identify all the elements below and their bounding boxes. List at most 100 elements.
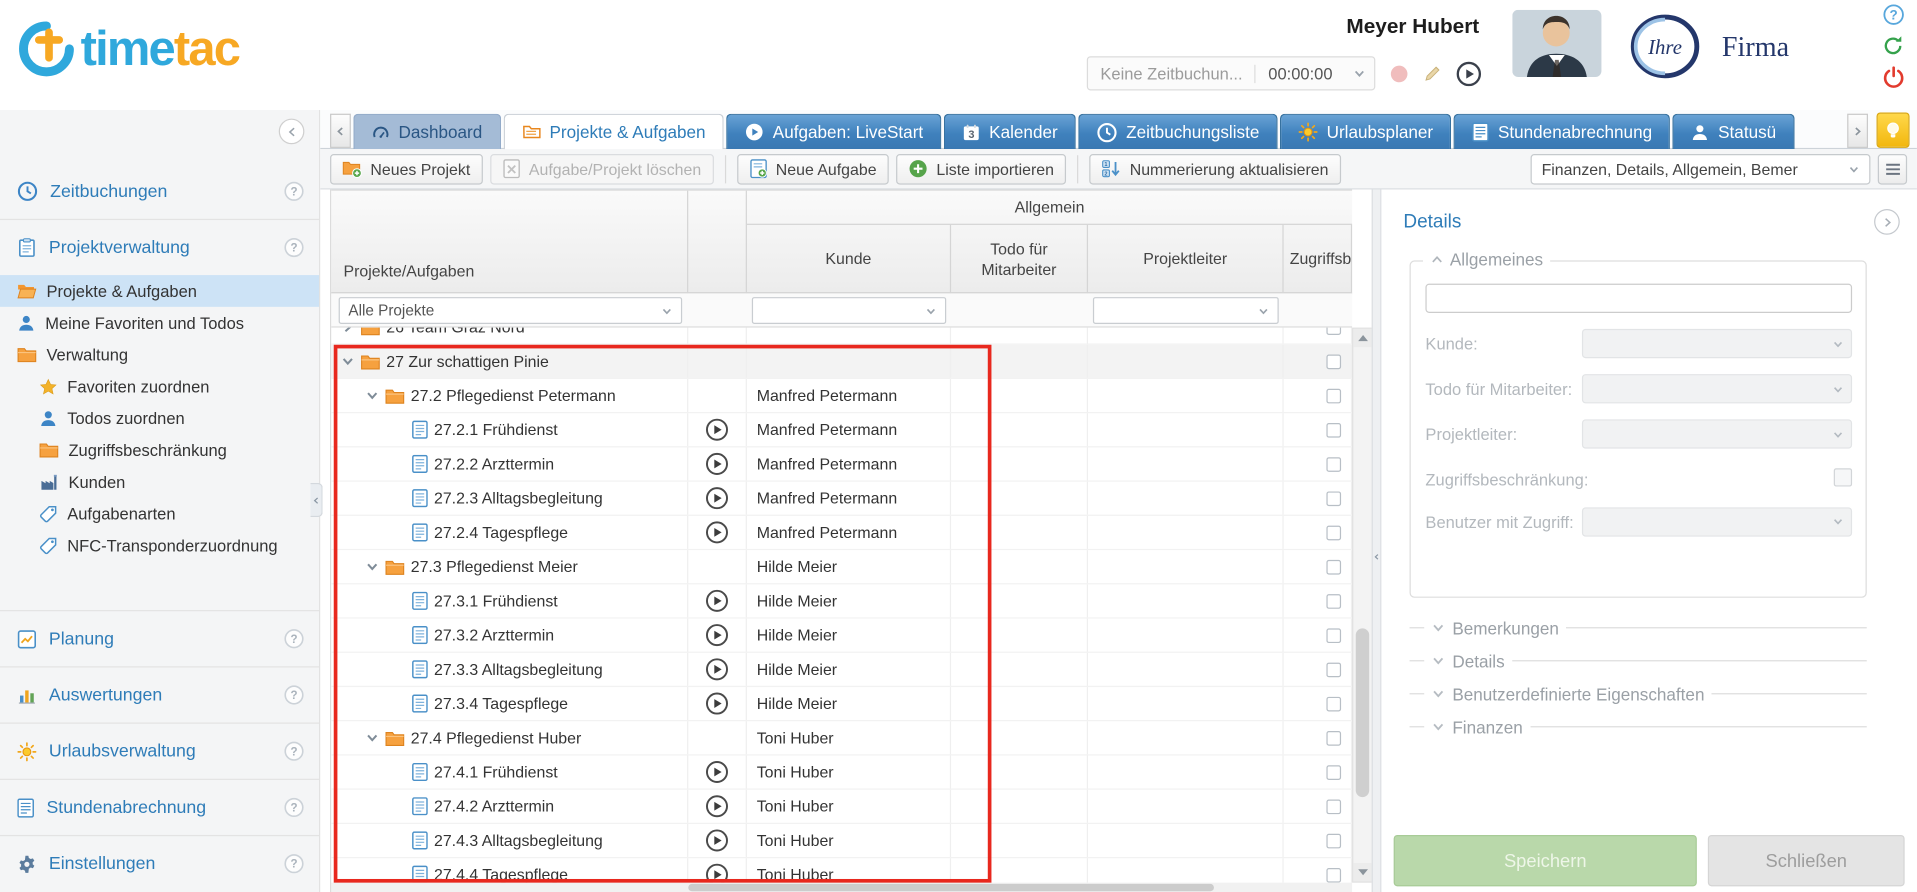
help-icon[interactable]: ? [284,853,305,874]
tips-lightbulb-button[interactable] [1877,112,1910,147]
zugriffsbeschraenkung-checkbox[interactable] [1834,468,1852,486]
column-view-select[interactable]: Finanzen, Details, Allgemein, Bemer [1531,153,1871,184]
table-row[interactable]: 27.4.2 ArztterminToni Huber [331,790,1352,824]
sidebar-group-zeitbuchungen[interactable]: Zeitbuchungen? [0,164,319,219]
help-icon[interactable]: ? [284,797,305,818]
details-collapse-button[interactable] [1874,209,1900,235]
toolbar-button-neues-projekt[interactable]: Neues Projekt [330,153,482,184]
column-header-todo[interactable]: Todo für Mitarbeiter [951,225,1088,295]
help-icon[interactable]: ? [284,628,305,649]
zugriff-checkbox[interactable] [1326,525,1341,540]
project-name-input[interactable] [1425,284,1852,313]
zugriff-checkbox[interactable] [1326,422,1341,437]
sidebar-item-verwaltung[interactable]: Verwaltung [0,339,319,371]
table-row[interactable]: 27.4.4 TagespflegeToni Huber [331,858,1352,882]
tab-projekte-aufgaben[interactable]: Projekte & Aufgaben [503,114,724,149]
logout-power-button[interactable] [1882,66,1904,88]
record-icon[interactable] [1389,63,1410,84]
sidebar-item-meine-favoriten-und-todos[interactable]: Meine Favoriten und Todos [0,307,319,339]
sidebar-collapse-button[interactable] [279,119,305,145]
table-row[interactable]: 27.2.3 AlltagsbegleitungManfred Peterman… [331,482,1352,516]
sidebar-splitter-handle[interactable] [311,483,323,517]
chevron-down-icon[interactable] [366,731,379,744]
zugriff-checkbox[interactable] [1326,559,1341,574]
sidebar-item-todos-zuordnen[interactable]: Todos zuordnen [0,402,319,434]
table-row[interactable]: 27.3.4 TagespflegeHilde Meier [331,687,1352,721]
column-header-kunde[interactable]: Kunde [747,225,951,295]
zugriff-checkbox[interactable] [1326,662,1341,677]
vertical-scrollbar[interactable] [1352,328,1373,883]
close-button[interactable]: Schließen [1708,835,1905,886]
user-avatar[interactable] [1512,10,1601,77]
tab-dashboard[interactable]: Dashboard [353,114,500,149]
chevron-down-icon[interactable] [341,355,354,368]
toolbar-button-aufgabe-projekt-l-schen[interactable]: Aufgabe/Projekt löschen [490,153,714,184]
tab-scroll-right[interactable] [1847,114,1868,148]
table-row[interactable]: 27.2.4 TagespflegeManfred Petermann [331,516,1352,550]
scroll-down-arrow[interactable] [1353,863,1371,881]
table-row[interactable]: 27.2.1 FrühdienstManfred Petermann [331,413,1352,447]
sidebar-item-favoriten-zuordnen[interactable]: Favoriten zuordnen [0,370,319,402]
vertical-scrollbar-thumb[interactable] [1356,628,1369,797]
zugriff-checkbox[interactable] [1326,594,1341,609]
sidebar-item-kunden[interactable]: Kunden [0,466,319,498]
benutzer-select[interactable] [1582,507,1852,536]
sidebar-item-projekte-aufgaben[interactable]: Projekte & Aufgaben [0,275,319,307]
tab-stundenabrechnung[interactable]: Stundenabrechnung [1454,114,1671,149]
sidebar-group-einstellungen[interactable]: Einstellungen? [0,836,319,891]
chevron-right-icon[interactable] [341,328,354,334]
sidebar-group-auswertungen[interactable]: Auswertungen? [0,667,319,722]
toolbar-button-neue-aufgabe[interactable]: Neue Aufgabe [737,153,889,184]
tree-column-header[interactable]: Projekte/Aufgaben [331,191,688,295]
start-timer-button[interactable] [705,829,728,852]
horizontal-scrollbar-thumb[interactable] [688,884,1214,891]
kunde-select[interactable] [1582,329,1852,358]
zugriff-checkbox[interactable] [1326,328,1341,335]
project-filter-select[interactable]: Alle Projekte [339,297,683,324]
help-icon[interactable]: ? [284,181,305,202]
sidebar-group-stundenabrechnung[interactable]: Stundenabrechnung? [0,780,319,835]
start-timer-button[interactable] [705,658,728,681]
start-timer-button[interactable] [705,418,728,441]
tab-scroll-left[interactable] [330,114,351,148]
sidebar-group-planung[interactable]: Planung? [0,611,319,666]
grid-menu-button[interactable] [1878,153,1907,184]
zugriff-checkbox[interactable] [1326,628,1341,643]
table-row[interactable]: 27.3.1 FrühdienstHilde Meier [331,584,1352,618]
section-benutzerdefinierte-eigenschaften[interactable]: Benutzerdefinierte Eigenschaften [1410,677,1867,710]
edit-icon[interactable] [1423,64,1443,84]
start-timer-button[interactable] [705,623,728,646]
projektleiter-select[interactable] [1582,419,1852,448]
section-finanzen[interactable]: Finanzen [1410,710,1867,743]
table-row[interactable]: 27.2.2 ArztterminManfred Petermann [331,447,1352,481]
help-icon[interactable]: ? [284,741,305,762]
start-timer-button[interactable] [705,863,728,883]
zugriff-checkbox[interactable] [1326,833,1341,848]
start-timer-button[interactable] [705,487,728,510]
play-button[interactable] [1456,61,1482,87]
kunde-filter-select[interactable] [752,297,946,324]
help-circle-button[interactable]: ? [1882,4,1904,26]
refresh-button[interactable] [1881,34,1904,57]
start-timer-button[interactable] [705,521,728,544]
zugriff-checkbox[interactable] [1326,730,1341,745]
zugriff-checkbox[interactable] [1326,765,1341,780]
save-button[interactable]: Speichern [1394,835,1697,886]
section-bemerkungen[interactable]: Bemerkungen [1410,611,1867,644]
zugriff-checkbox[interactable] [1326,388,1341,403]
table-row[interactable]: 27.4 Pflegedienst HuberToni Huber [331,721,1352,755]
projektleiter-filter-select[interactable] [1093,297,1279,324]
sidebar-item-zugriffsbeschr-nkung[interactable]: Zugriffsbeschränkung [0,434,319,466]
column-header-zugriff[interactable]: Zugriffsbe [1284,225,1352,295]
tab-status[interactable]: Statusü [1673,114,1795,149]
zugriff-checkbox[interactable] [1326,799,1341,814]
chevron-up-icon[interactable] [1430,252,1443,265]
zugriff-checkbox[interactable] [1326,354,1341,369]
table-row[interactable]: 27.3.3 AlltagsbegleitungHilde Meier [331,653,1352,687]
zugriff-checkbox[interactable] [1326,491,1341,506]
help-icon[interactable]: ? [284,685,305,706]
table-row[interactable]: 27.4.3 AlltagsbegleitungToni Huber [331,824,1352,858]
table-row[interactable]: 26 Team Graz Nord [331,328,1352,345]
todo-select[interactable] [1582,374,1852,403]
start-timer-button[interactable] [705,589,728,612]
